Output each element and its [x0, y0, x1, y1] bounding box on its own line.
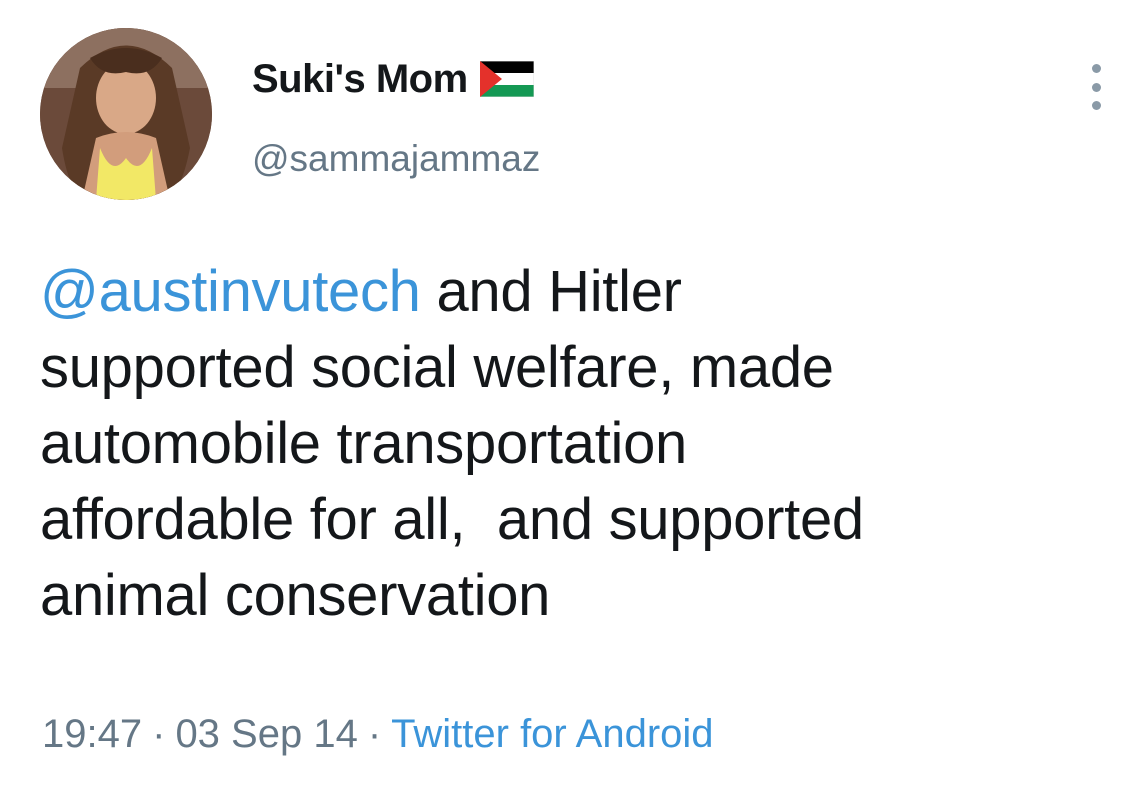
- palestine-flag-icon: [479, 61, 534, 97]
- tweet-card: Suki's Mom @sammajammaz @austinvutech an…: [0, 0, 1125, 798]
- tweet-line-2: supported social welfare, made: [40, 335, 834, 400]
- avatar-image: [40, 28, 212, 200]
- tweet-line-1: @austinvutech and Hitler: [40, 254, 1100, 330]
- tweet-metadata: 19:47 · 03 Sep 14 · Twitter for Android: [42, 712, 714, 757]
- user-handle[interactable]: @sammajammaz: [252, 138, 540, 180]
- dot: [1091, 82, 1101, 92]
- separator: ·: [152, 712, 166, 756]
- tweet-line-1-text: and Hitler: [420, 259, 682, 324]
- dot: [1091, 64, 1101, 73]
- display-name[interactable]: Suki's Mom: [252, 57, 468, 102]
- tweet-time[interactable]: 19:47: [42, 712, 142, 756]
- vertical-ellipsis-icon[interactable]: [1084, 64, 1108, 110]
- mention-link[interactable]: @austinvutech: [40, 259, 421, 324]
- tweet-source-link[interactable]: Twitter for Android: [391, 712, 713, 756]
- separator: ·: [367, 712, 382, 756]
- author-name-row[interactable]: Suki's Mom: [252, 54, 534, 104]
- avatar[interactable]: [40, 28, 212, 200]
- tweet-date[interactable]: 03 Sep 14: [175, 712, 357, 756]
- tweet-line-3: automobile transportation: [40, 411, 688, 476]
- tweet-line-4: affordable for all, and supported: [40, 487, 864, 552]
- tweet-line-5: animal conservation: [40, 563, 551, 628]
- dot: [1091, 101, 1101, 110]
- tweet-text: @austinvutech and Hitler supported socia…: [40, 254, 1100, 634]
